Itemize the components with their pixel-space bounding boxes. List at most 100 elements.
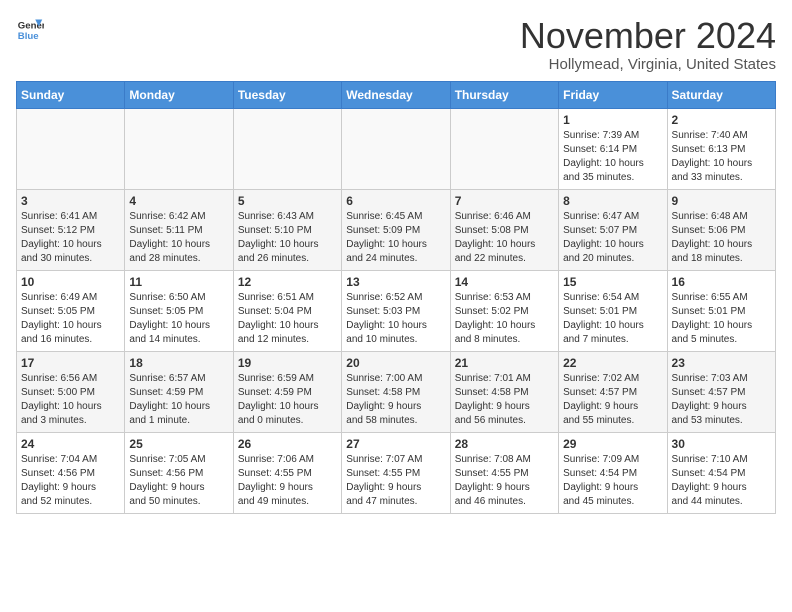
day-number: 16 [672, 275, 771, 289]
day-info: Sunrise: 7:00 AM Sunset: 4:58 PM Dayligh… [346, 372, 445, 428]
day-number: 18 [129, 356, 228, 370]
svg-text:Blue: Blue [18, 31, 39, 42]
location-subtitle: Hollymead, Virginia, United States [520, 56, 776, 73]
day-number: 15 [563, 275, 662, 289]
day-number: 4 [129, 194, 228, 208]
week-row-5: 24 Sunrise: 7:04 AM Sunset: 4:56 PM Dayli… [17, 432, 776, 513]
month-title: November 2024 [520, 16, 776, 56]
day-info: Sunrise: 6:56 AM Sunset: 5:00 PM Dayligh… [21, 372, 120, 428]
calendar-cell: 5 Sunrise: 6:43 AM Sunset: 5:10 PM Daylig… [233, 189, 341, 270]
week-row-2: 3 Sunrise: 6:41 AM Sunset: 5:12 PM Daylig… [17, 189, 776, 270]
day-number: 6 [346, 194, 445, 208]
calendar-cell: 3 Sunrise: 6:41 AM Sunset: 5:12 PM Daylig… [17, 189, 125, 270]
title-area: November 2024 Hollymead, Virginia, Unite… [520, 16, 776, 73]
day-number: 25 [129, 437, 228, 451]
header: General Blue November 2024 Hollymead, Vi… [16, 16, 776, 73]
calendar-cell: 1 Sunrise: 7:39 AM Sunset: 6:14 PM Daylig… [559, 108, 667, 189]
calendar-cell: 25 Sunrise: 7:05 AM Sunset: 4:56 PM Dayli… [125, 432, 233, 513]
day-number: 11 [129, 275, 228, 289]
calendar-cell: 22Sunrise: 7:02 AM Sunset: 4:57 PM Dayli… [559, 351, 667, 432]
weekday-header-wednesday: Wednesday [342, 81, 450, 108]
week-row-4: 17Sunrise: 6:56 AM Sunset: 5:00 PM Dayli… [17, 351, 776, 432]
day-info: Sunrise: 6:43 AM Sunset: 5:10 PM Dayligh… [238, 210, 337, 266]
calendar-cell: 14 Sunrise: 6:53 AM Sunset: 5:02 PM Dayli… [450, 270, 558, 351]
day-number: 23 [672, 356, 771, 370]
day-info: Sunrise: 7:01 AM Sunset: 4:58 PM Dayligh… [455, 372, 554, 428]
calendar-cell: 23 Sunrise: 7:03 AM Sunset: 4:57 PM Dayli… [667, 351, 775, 432]
day-info: Sunrise: 7:40 AM Sunset: 6:13 PM Dayligh… [672, 129, 771, 185]
day-info: Sunrise: 6:57 AM Sunset: 4:59 PM Dayligh… [129, 372, 228, 428]
calendar-cell: 27Sunrise: 7:07 AM Sunset: 4:55 PM Dayli… [342, 432, 450, 513]
week-row-1: 1 Sunrise: 7:39 AM Sunset: 6:14 PM Daylig… [17, 108, 776, 189]
calendar-cell: 15 Sunrise: 6:54 AM Sunset: 5:01 PM Dayli… [559, 270, 667, 351]
day-number: 21 [455, 356, 554, 370]
calendar-cell: 6 Sunrise: 6:45 AM Sunset: 5:09 PM Daylig… [342, 189, 450, 270]
day-info: Sunrise: 6:50 AM Sunset: 5:05 PM Dayligh… [129, 291, 228, 347]
day-info: Sunrise: 6:42 AM Sunset: 5:11 PM Dayligh… [129, 210, 228, 266]
calendar-cell: 20 Sunrise: 7:00 AM Sunset: 4:58 PM Dayli… [342, 351, 450, 432]
day-number: 3 [21, 194, 120, 208]
day-number: 24 [21, 437, 120, 451]
day-number: 26 [238, 437, 337, 451]
day-info: Sunrise: 7:02 AM Sunset: 4:57 PM Dayligh… [563, 372, 662, 428]
calendar-cell: 12Sunrise: 6:51 AM Sunset: 5:04 PM Dayli… [233, 270, 341, 351]
day-number: 8 [563, 194, 662, 208]
day-number: 20 [346, 356, 445, 370]
calendar-table: SundayMondayTuesdayWednesdayThursdayFrid… [16, 81, 776, 514]
calendar-cell [233, 108, 341, 189]
day-number: 5 [238, 194, 337, 208]
calendar-cell: 4 Sunrise: 6:42 AM Sunset: 5:11 PM Daylig… [125, 189, 233, 270]
day-info: Sunrise: 6:55 AM Sunset: 5:01 PM Dayligh… [672, 291, 771, 347]
weekday-header-friday: Friday [559, 81, 667, 108]
day-number: 1 [563, 113, 662, 127]
logo: General Blue [16, 16, 44, 44]
day-info: Sunrise: 6:47 AM Sunset: 5:07 PM Dayligh… [563, 210, 662, 266]
day-number: 14 [455, 275, 554, 289]
day-number: 27 [346, 437, 445, 451]
calendar-cell: 18 Sunrise: 6:57 AM Sunset: 4:59 PM Dayli… [125, 351, 233, 432]
day-info: Sunrise: 6:54 AM Sunset: 5:01 PM Dayligh… [563, 291, 662, 347]
day-info: Sunrise: 6:45 AM Sunset: 5:09 PM Dayligh… [346, 210, 445, 266]
day-info: Sunrise: 7:05 AM Sunset: 4:56 PM Dayligh… [129, 453, 228, 509]
day-info: Sunrise: 7:10 AM Sunset: 4:54 PM Dayligh… [672, 453, 771, 509]
day-info: Sunrise: 6:49 AM Sunset: 5:05 PM Dayligh… [21, 291, 120, 347]
weekday-header-thursday: Thursday [450, 81, 558, 108]
calendar-cell: 17Sunrise: 6:56 AM Sunset: 5:00 PM Dayli… [17, 351, 125, 432]
calendar-cell: 13 Sunrise: 6:52 AM Sunset: 5:03 PM Dayli… [342, 270, 450, 351]
calendar-cell: 19Sunrise: 6:59 AM Sunset: 4:59 PM Dayli… [233, 351, 341, 432]
calendar-cell [125, 108, 233, 189]
day-info: Sunrise: 7:03 AM Sunset: 4:57 PM Dayligh… [672, 372, 771, 428]
calendar-cell [450, 108, 558, 189]
calendar-cell [17, 108, 125, 189]
weekday-header-saturday: Saturday [667, 81, 775, 108]
calendar-cell: 16 Sunrise: 6:55 AM Sunset: 5:01 PM Dayli… [667, 270, 775, 351]
weekday-header-tuesday: Tuesday [233, 81, 341, 108]
calendar-cell [342, 108, 450, 189]
day-info: Sunrise: 6:51 AM Sunset: 5:04 PM Dayligh… [238, 291, 337, 347]
calendar-cell: 28 Sunrise: 7:08 AM Sunset: 4:55 PM Dayli… [450, 432, 558, 513]
day-number: 10 [21, 275, 120, 289]
day-info: Sunrise: 6:46 AM Sunset: 5:08 PM Dayligh… [455, 210, 554, 266]
day-info: Sunrise: 6:41 AM Sunset: 5:12 PM Dayligh… [21, 210, 120, 266]
day-info: Sunrise: 6:52 AM Sunset: 5:03 PM Dayligh… [346, 291, 445, 347]
calendar-cell: 24 Sunrise: 7:04 AM Sunset: 4:56 PM Dayli… [17, 432, 125, 513]
day-number: 19 [238, 356, 337, 370]
day-number: 28 [455, 437, 554, 451]
day-number: 13 [346, 275, 445, 289]
logo-icon: General Blue [16, 16, 44, 44]
calendar-cell: 11 Sunrise: 6:50 AM Sunset: 5:05 PM Dayli… [125, 270, 233, 351]
day-number: 7 [455, 194, 554, 208]
day-info: Sunrise: 7:08 AM Sunset: 4:55 PM Dayligh… [455, 453, 554, 509]
calendar-cell: 21 Sunrise: 7:01 AM Sunset: 4:58 PM Dayli… [450, 351, 558, 432]
calendar-cell: 30 Sunrise: 7:10 AM Sunset: 4:54 PM Dayli… [667, 432, 775, 513]
week-row-3: 10 Sunrise: 6:49 AM Sunset: 5:05 PM Dayli… [17, 270, 776, 351]
day-number: 9 [672, 194, 771, 208]
day-number: 30 [672, 437, 771, 451]
day-info: Sunrise: 6:53 AM Sunset: 5:02 PM Dayligh… [455, 291, 554, 347]
calendar-cell: 9Sunrise: 6:48 AM Sunset: 5:06 PM Daylig… [667, 189, 775, 270]
day-info: Sunrise: 7:04 AM Sunset: 4:56 PM Dayligh… [21, 453, 120, 509]
calendar-cell: 10 Sunrise: 6:49 AM Sunset: 5:05 PM Dayli… [17, 270, 125, 351]
day-info: Sunrise: 7:39 AM Sunset: 6:14 PM Dayligh… [563, 129, 662, 185]
calendar-cell: 2Sunrise: 7:40 AM Sunset: 6:13 PM Daylig… [667, 108, 775, 189]
weekday-header-row: SundayMondayTuesdayWednesdayThursdayFrid… [17, 81, 776, 108]
